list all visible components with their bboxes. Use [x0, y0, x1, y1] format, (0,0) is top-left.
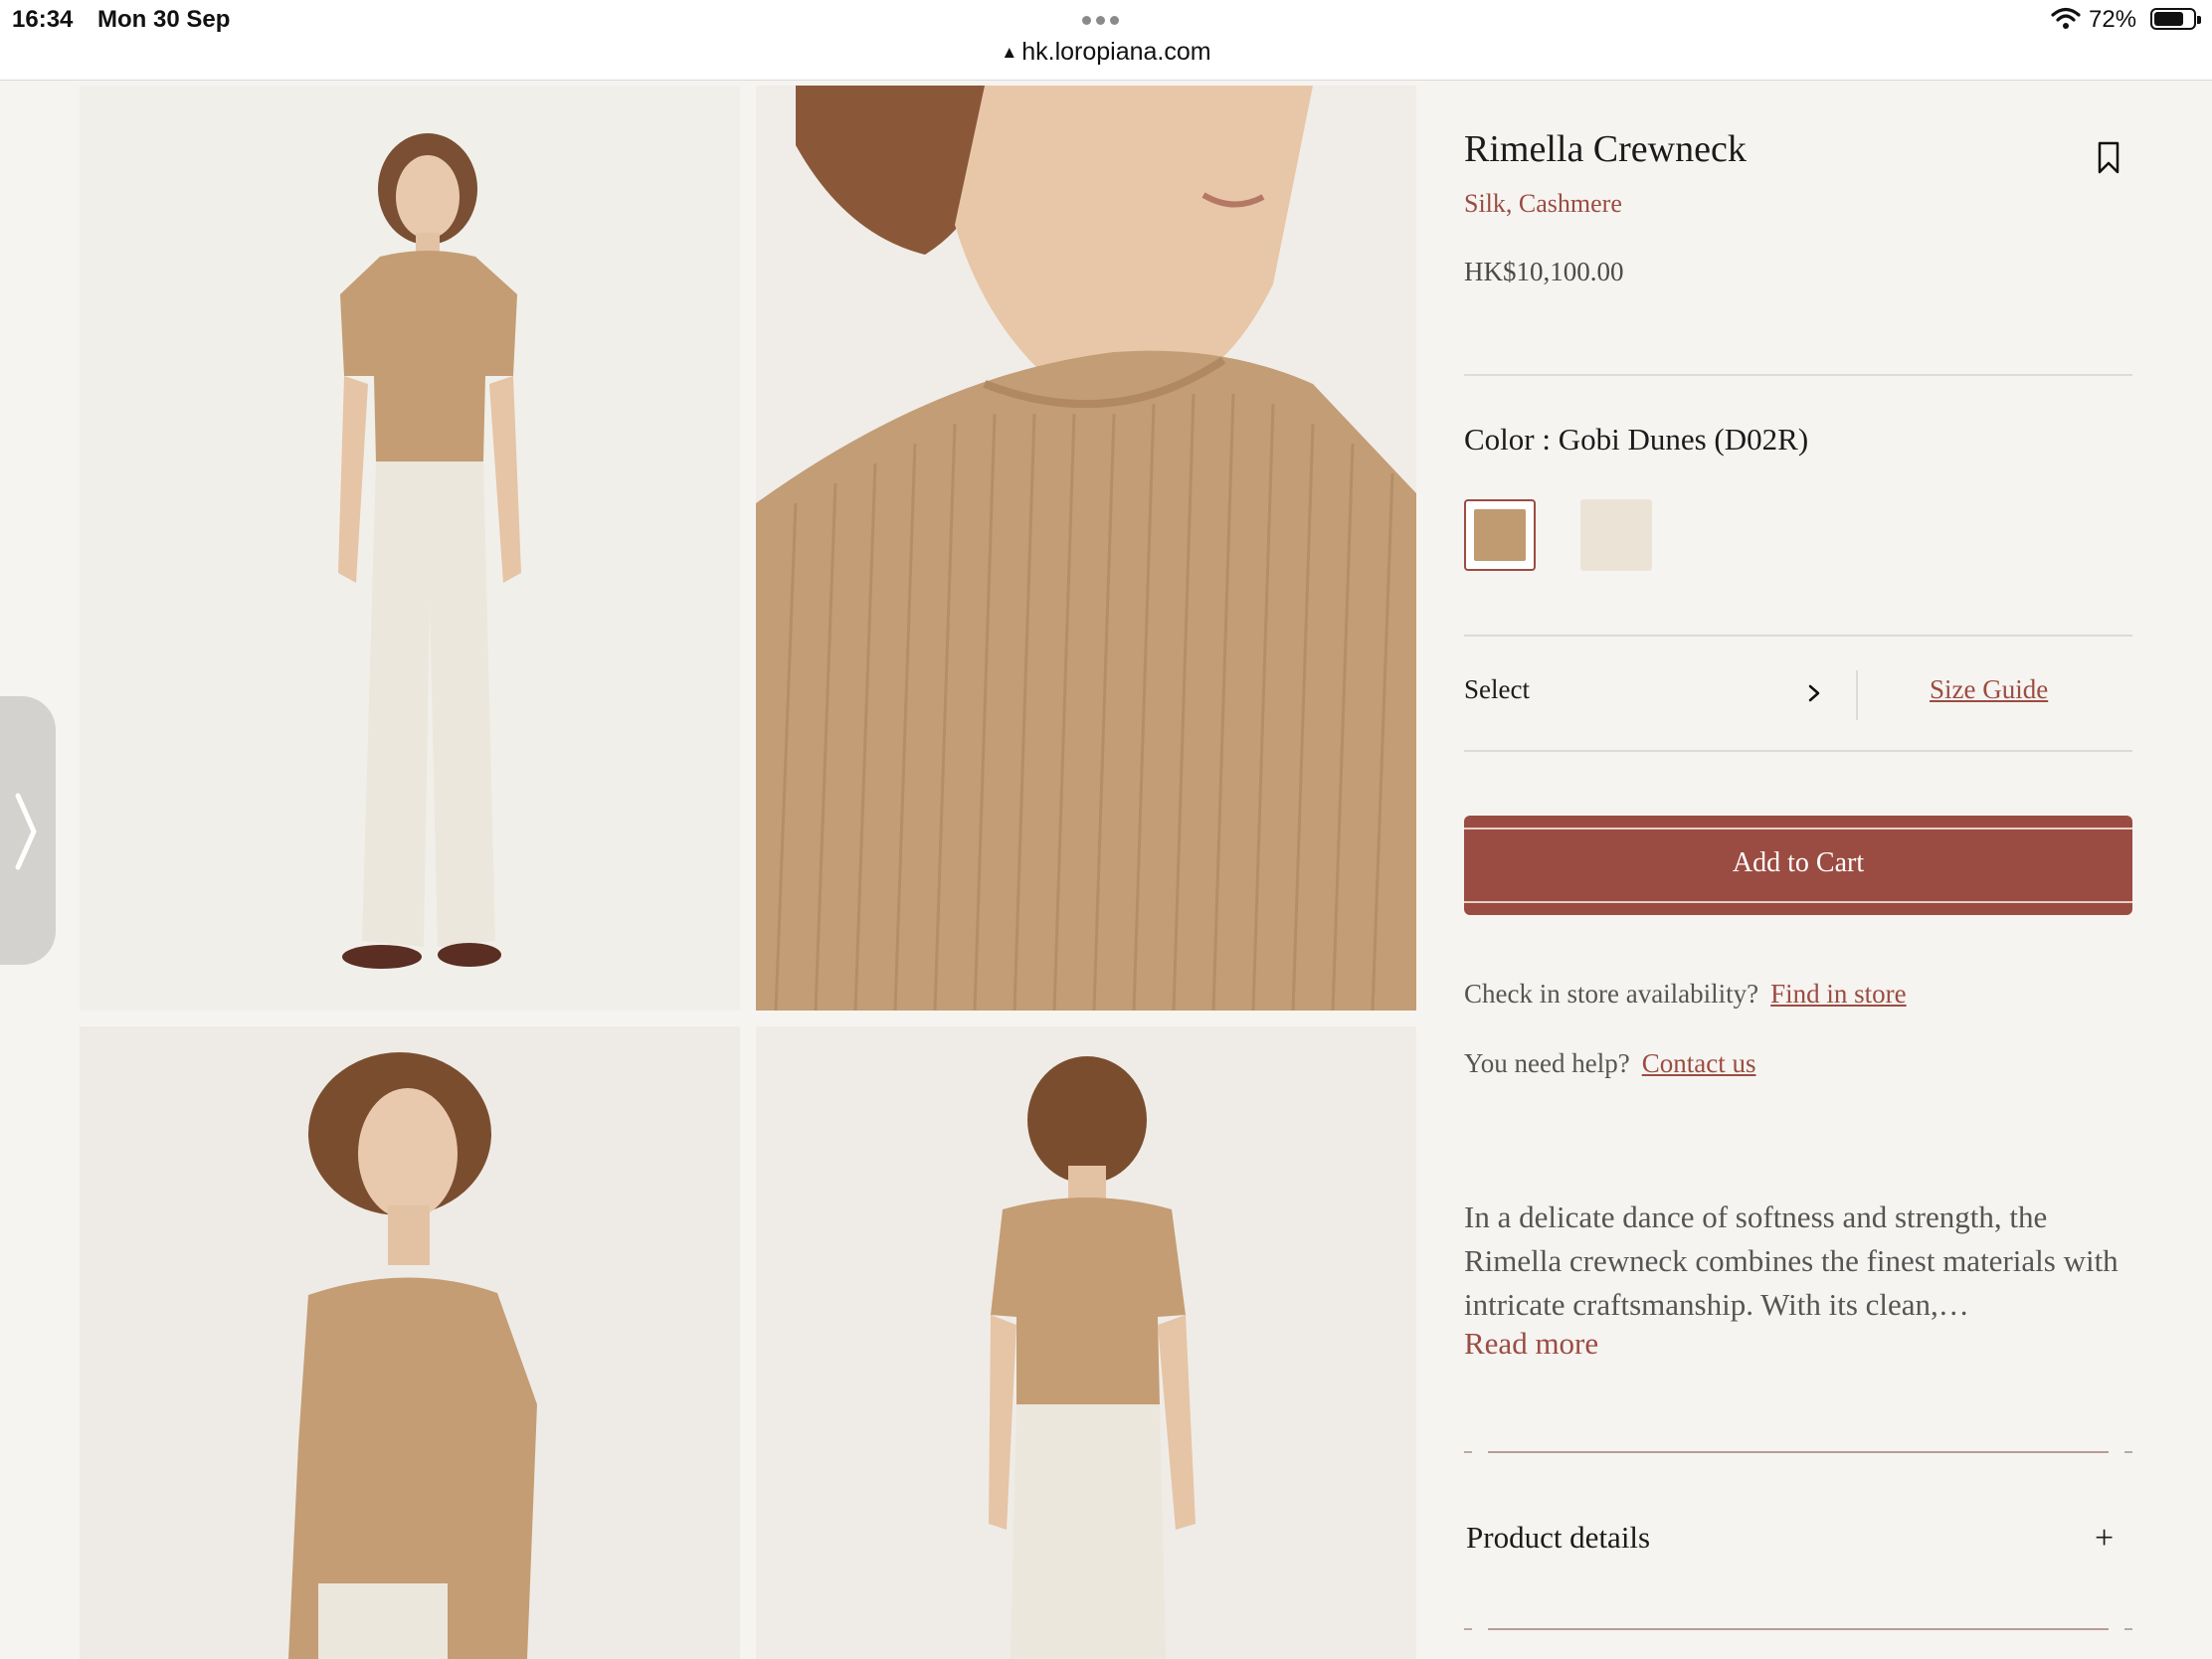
size-guide-link[interactable]: Size Guide	[1930, 674, 2048, 705]
product-title: Rimella Crewneck	[1464, 128, 1747, 170]
accordion-divider	[1464, 1450, 2132, 1454]
status-date: Mon 30 Sep	[97, 6, 231, 33]
chevron-right-icon	[15, 793, 37, 870]
color-label: Color : Gobi Dunes (D02R)	[1464, 422, 1809, 457]
add-to-cart-label: Add to Cart	[1732, 847, 1865, 878]
read-more-link[interactable]: Read more	[1464, 1326, 1598, 1362]
color-swatch-gobi-dunes[interactable]	[1464, 499, 1536, 571]
product-image-closeup[interactable]	[756, 86, 1416, 1011]
sidebar-toggle-handle[interactable]	[0, 696, 56, 965]
product-image-side[interactable]	[80, 1026, 740, 1659]
product-price: HK$10,100.00	[1464, 257, 1624, 286]
chevron-right-icon[interactable]	[1804, 678, 1824, 708]
add-to-cart-button[interactable]: Add to Cart	[1464, 816, 2132, 915]
url-text: hk.loropiana.com	[1021, 38, 1211, 66]
product-materials: Silk, Cashmere	[1464, 189, 1622, 218]
divider	[1464, 635, 2132, 637]
color-swatch-cream[interactable]	[1580, 499, 1652, 571]
store-availability-row: Check in store availability? Find in stor…	[1464, 979, 1907, 1010]
lock-icon: ▲	[1001, 43, 1018, 62]
product-image-full-front[interactable]: +	[80, 86, 740, 1011]
size-select[interactable]: Select	[1464, 674, 1530, 705]
battery-icon	[2150, 8, 2201, 30]
accordion-divider	[1464, 1627, 2132, 1631]
divider	[1464, 374, 2132, 376]
status-bar: 16:34 Mon 30 Sep ▲ hk.loropiana.com 72%	[0, 0, 2212, 81]
divider	[1464, 750, 2132, 752]
help-row: You need help? Contact us	[1464, 1048, 1755, 1079]
store-availability-text: Check in store availability?	[1464, 979, 1759, 1009]
more-dots-icon[interactable]	[1082, 12, 1130, 26]
status-time: 16:34	[12, 6, 74, 33]
wifi-icon	[2051, 7, 2081, 29]
address-bar[interactable]: ▲ hk.loropiana.com	[0, 38, 2212, 67]
plus-icon[interactable]: +	[2095, 1520, 2114, 1558]
product-description: In a delicate dance of softness and stre…	[1464, 1199, 2119, 1322]
battery-percent: 72%	[2089, 6, 2137, 33]
vertical-divider	[1856, 670, 1858, 720]
product-details-accordion[interactable]: Product details	[1466, 1520, 1650, 1556]
bookmark-icon[interactable]	[2097, 141, 2120, 175]
product-image-back[interactable]	[756, 1026, 1416, 1659]
help-text: You need help?	[1464, 1048, 1630, 1078]
find-in-store-link[interactable]: Find in store	[1770, 979, 1907, 1009]
contact-us-link[interactable]: Contact us	[1642, 1048, 1756, 1078]
